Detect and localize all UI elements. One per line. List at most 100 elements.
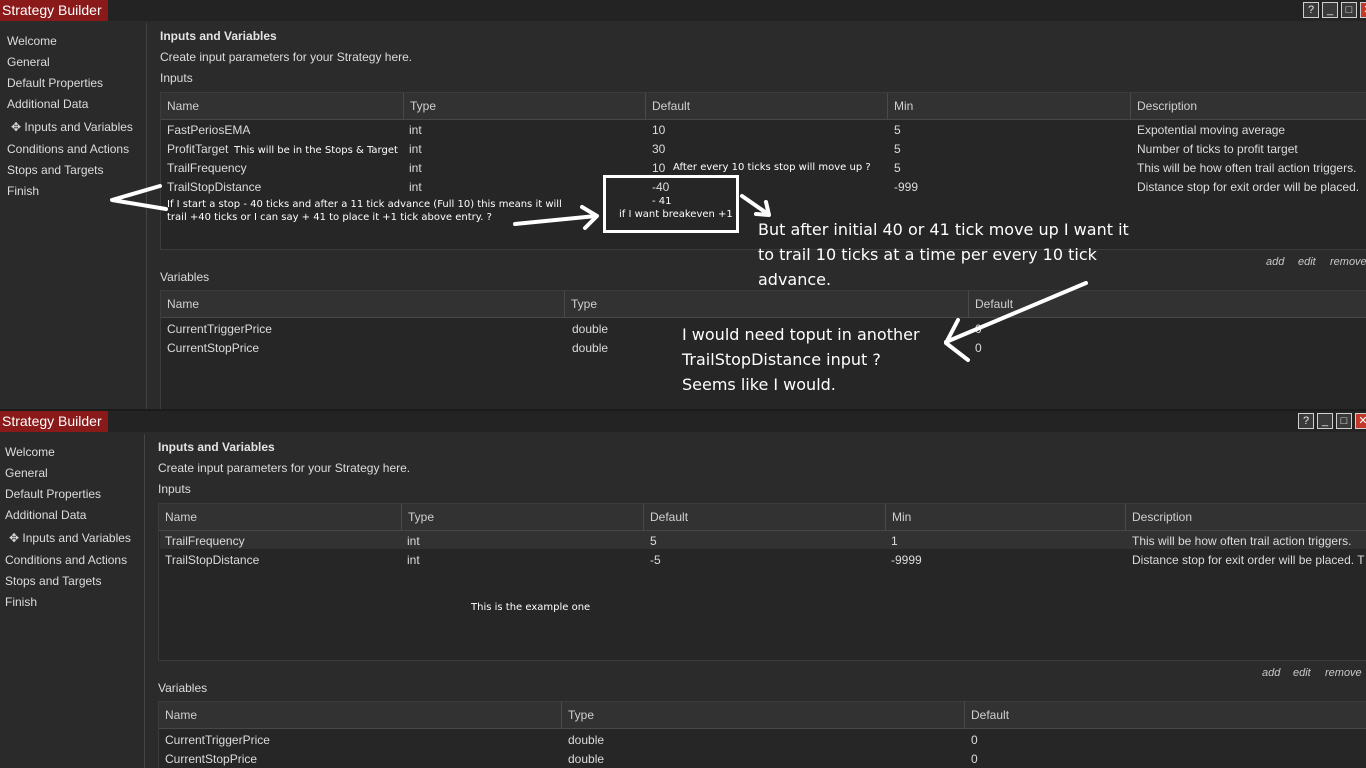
title-bar: Strategy Builder ? _ □ ✕ xyxy=(0,411,1366,432)
section-title: Inputs and Variables xyxy=(160,29,277,43)
cell-default: 0 xyxy=(971,752,978,766)
section-title: Inputs and Variables xyxy=(158,440,275,454)
col-name[interactable]: Name xyxy=(161,93,404,119)
cell-name: CurrentStopPrice xyxy=(165,752,258,766)
remove-link[interactable]: remove xyxy=(1325,667,1362,679)
wizard-sidebar: Welcome General Default Properties Addit… xyxy=(0,23,147,409)
example-note: This is the example one xyxy=(471,602,591,613)
cell-default: 10 xyxy=(652,123,666,137)
col-type[interactable]: Type xyxy=(402,504,644,530)
col-description[interactable]: Description xyxy=(1131,93,1366,119)
nav-welcome[interactable]: Welcome xyxy=(7,34,57,48)
col-type[interactable]: Type xyxy=(562,702,965,728)
minimize-button[interactable]: _ xyxy=(1317,413,1333,429)
help-button[interactable]: ? xyxy=(1303,2,1319,18)
cell-description: This will be how often trail action trig… xyxy=(1132,534,1352,548)
cell-name: FastPeriosEMA xyxy=(167,123,251,137)
cell-default: 0 xyxy=(975,322,982,336)
cell-name: CurrentTriggerPrice xyxy=(167,322,272,336)
cell-default: 5 xyxy=(650,534,657,548)
nav-inputs-and-variables[interactable]: ✥ Inputs and Variables xyxy=(11,120,133,134)
cell-type: int xyxy=(407,534,420,548)
cell-description: Number of ticks to profit target xyxy=(1137,142,1298,156)
variables-table: Name Type Default CurrentTriggerPrice do… xyxy=(158,701,1366,768)
col-min[interactable]: Min xyxy=(888,93,1131,119)
col-default[interactable]: Default xyxy=(646,93,888,119)
annotation-trail-plan: But after initial 40 or 41 tick move up … xyxy=(758,220,1129,289)
nav-finish[interactable]: Finish xyxy=(5,595,37,609)
col-name[interactable]: Name xyxy=(159,504,402,530)
nav-additional-data[interactable]: Additional Data xyxy=(7,97,88,111)
cell-default: -5 xyxy=(650,553,661,567)
col-description[interactable]: Description xyxy=(1126,504,1366,530)
variables-table-header: Name Type Default xyxy=(159,702,1366,729)
inputs-label: Inputs xyxy=(158,482,191,496)
edit-link[interactable]: edit xyxy=(1293,667,1311,679)
nav-finish[interactable]: Finish xyxy=(7,184,39,198)
active-marker-icon: ✥ xyxy=(11,120,22,134)
remove-link[interactable]: remove xyxy=(1330,256,1366,268)
cell-type: double xyxy=(568,752,605,766)
cell-min: 5 xyxy=(894,142,901,156)
nav-general[interactable]: General xyxy=(5,466,48,480)
annotation-profit-target: This will be in the Stops & Target xyxy=(234,145,398,156)
cell-type: int xyxy=(407,553,420,567)
nav-label: Inputs and Variables xyxy=(24,120,133,134)
cell-description: Distance stop for exit order will be pla… xyxy=(1132,553,1365,567)
minimize-button[interactable]: _ xyxy=(1322,2,1338,18)
maximize-button[interactable]: □ xyxy=(1341,2,1357,18)
nav-conditions-and-actions[interactable]: Conditions and Actions xyxy=(5,553,127,567)
nav-inputs-and-variables[interactable]: ✥ Inputs and Variables xyxy=(9,531,131,545)
wizard-sidebar: Welcome General Default Properties Addit… xyxy=(0,434,145,768)
edit-link[interactable]: edit xyxy=(1298,256,1316,268)
nav-general[interactable]: General xyxy=(7,55,50,69)
active-marker-icon: ✥ xyxy=(9,531,20,545)
section-description: Create input parameters for your Strateg… xyxy=(158,461,411,475)
col-min[interactable]: Min xyxy=(886,504,1126,530)
add-link[interactable]: add xyxy=(1262,667,1280,679)
maximize-button[interactable]: □ xyxy=(1336,413,1352,429)
title-bar: Strategy Builder ? _ □ ✕ xyxy=(0,0,1366,21)
col-name[interactable]: Name xyxy=(161,291,565,317)
close-button[interactable]: ✕ xyxy=(1360,2,1366,18)
annotation-stop-note-line2: trail +40 ticks or I can say + 41 to pla… xyxy=(167,212,492,223)
cell-min: -9999 xyxy=(891,553,922,567)
nav-welcome[interactable]: Welcome xyxy=(5,445,55,459)
help-button[interactable]: ? xyxy=(1298,413,1314,429)
cell-description: This will be how often trail action trig… xyxy=(1137,161,1357,175)
cell-default: 0 xyxy=(975,341,982,355)
cell-default: 30 xyxy=(652,142,666,156)
strategy-builder-window-bottom: Strategy Builder ? _ □ ✕ Welcome General… xyxy=(0,411,1366,768)
add-link[interactable]: add xyxy=(1266,256,1284,268)
inputs-table-header: Name Type Default Min Description xyxy=(161,93,1366,120)
nav-default-properties[interactable]: Default Properties xyxy=(7,76,103,90)
nav-stops-and-targets[interactable]: Stops and Targets xyxy=(5,574,102,588)
cell-type: int xyxy=(409,161,422,175)
window-title: Strategy Builder xyxy=(0,0,108,21)
col-type[interactable]: Type xyxy=(404,93,646,119)
annotation-trail-frequency: After every 10 ticks stop will move up ? xyxy=(673,162,871,173)
cell-min: 1 xyxy=(891,534,898,548)
cell-min: 5 xyxy=(894,123,901,137)
cell-name: TrailStopDistance xyxy=(167,180,262,194)
annotation-breakeven: if I want breakeven +1 xyxy=(619,209,733,220)
inputs-table-header: Name Type Default Min Description xyxy=(159,504,1366,531)
window-title: Strategy Builder xyxy=(0,411,108,432)
close-button[interactable]: ✕ xyxy=(1355,413,1366,429)
col-default[interactable]: Default xyxy=(969,291,1366,317)
cell-name: TrailFrequency xyxy=(165,534,245,548)
variables-table-header: Name Type Default xyxy=(161,291,1366,318)
inputs-label: Inputs xyxy=(160,71,193,85)
nav-conditions-and-actions[interactable]: Conditions and Actions xyxy=(7,142,129,156)
annotation-need-input-1: I would need toput in another xyxy=(682,325,920,344)
col-type[interactable]: Type xyxy=(565,291,969,317)
nav-additional-data[interactable]: Additional Data xyxy=(5,508,86,522)
cell-min: 5 xyxy=(894,161,901,175)
col-default[interactable]: Default xyxy=(644,504,886,530)
col-default[interactable]: Default xyxy=(965,702,1366,728)
col-name[interactable]: Name xyxy=(159,702,562,728)
nav-label: Inputs and Variables xyxy=(22,531,131,545)
nav-stops-and-targets[interactable]: Stops and Targets xyxy=(7,163,104,177)
nav-default-properties[interactable]: Default Properties xyxy=(5,487,101,501)
cell-type: int xyxy=(409,123,422,137)
